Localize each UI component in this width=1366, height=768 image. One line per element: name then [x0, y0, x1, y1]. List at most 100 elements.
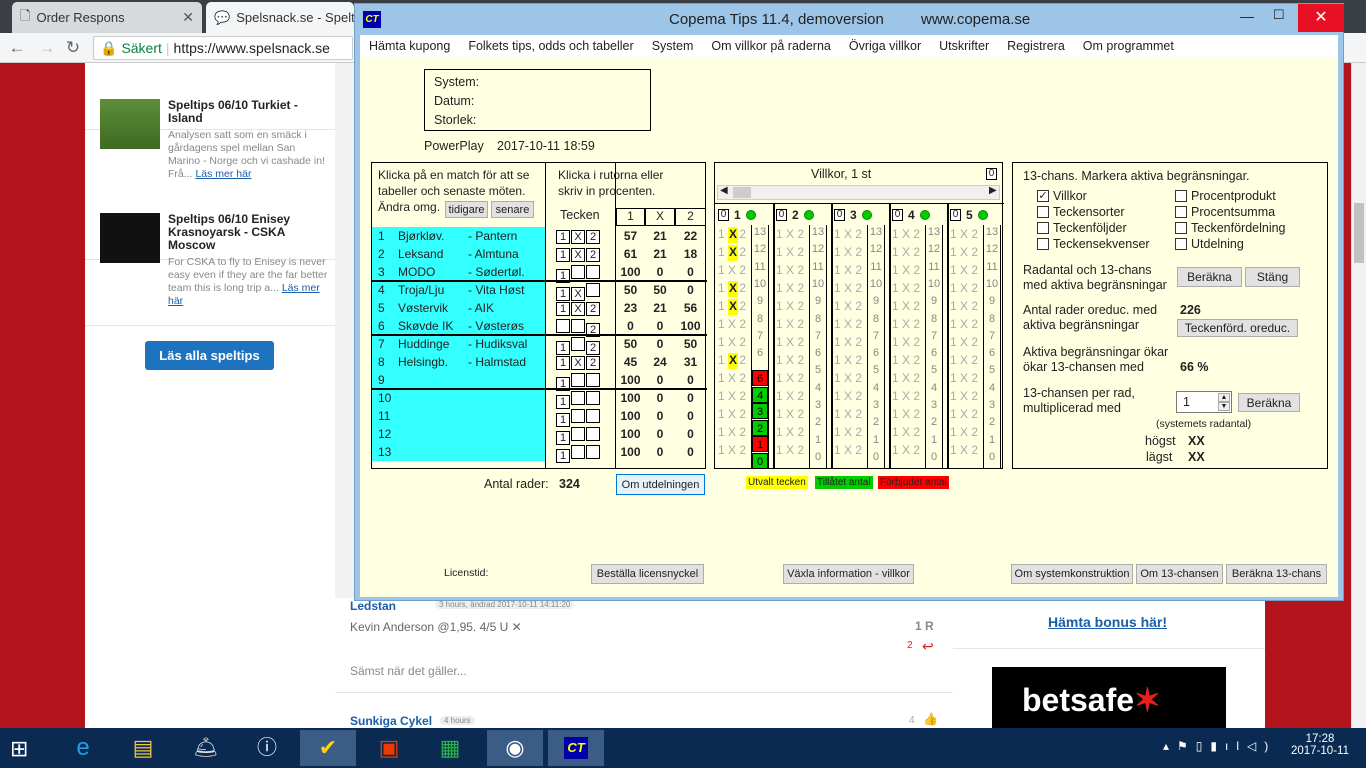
percent-input[interactable]: 23 [616, 301, 645, 315]
count-label[interactable]: 12 [752, 243, 768, 255]
percent-input[interactable]: 0 [675, 409, 706, 423]
sign-checkbox[interactable]: 1 [556, 449, 570, 463]
percent-input[interactable]: 50 [616, 337, 645, 351]
count-label[interactable]: 7 [926, 330, 942, 342]
scrollbar-thumb[interactable] [1354, 203, 1364, 263]
villkor-cell[interactable]: 1 X 2 [776, 317, 804, 331]
comment-input[interactable]: Sämst när det gäller... [350, 664, 467, 678]
villkor-group-box[interactable]: 0 [950, 209, 961, 221]
villkor-cell[interactable]: 1 X 2 [718, 317, 746, 331]
villkor-cell[interactable]: 1 X 2 [892, 443, 920, 457]
later-button[interactable]: senare [491, 201, 534, 218]
match-row[interactable]: 8 Helsingb. - Halmstad [372, 353, 545, 371]
sign-checkbox[interactable] [571, 265, 585, 279]
villkor-cell[interactable]: 1 X 2 [834, 425, 862, 439]
villkor-cell[interactable]: 1 X 2 [892, 353, 920, 367]
percent-input[interactable]: 50 [675, 337, 706, 351]
sign-checkbox[interactable] [586, 283, 600, 297]
villkor-cell[interactable]: 1 X 2 [718, 263, 746, 277]
close-icon[interactable]: ✕ [1298, 4, 1344, 32]
menu-item[interactable]: Övriga villkor [840, 39, 930, 53]
sign-checkbox[interactable] [586, 409, 600, 423]
om-utdelningen-button[interactable]: Om utdelningen [616, 474, 705, 495]
villkor-cell[interactable]: 1 X 2 [776, 335, 804, 349]
menu-item[interactable]: Utskrifter [930, 39, 998, 53]
scroll-right-icon[interactable]: ▶ [989, 185, 997, 196]
sign-checkbox[interactable] [571, 391, 585, 405]
away-team[interactable]: - Sødertøl. [468, 265, 525, 279]
sign-checkbox[interactable]: X [571, 356, 585, 370]
villkor-cell[interactable]: 1 X 2 [834, 389, 862, 403]
menu-item[interactable]: System [643, 39, 703, 53]
villkor-cell[interactable]: 1 X 2 [718, 389, 746, 403]
villkor-cell[interactable]: 1 X 2 [892, 371, 920, 385]
sign-checkbox[interactable]: X [571, 230, 585, 244]
om-13-chansen-button[interactable]: Om 13-chansen [1136, 564, 1223, 584]
restriction-option[interactable]: ✓ Villkor [1037, 189, 1087, 203]
checkbox[interactable] [1175, 238, 1187, 250]
count-label[interactable]: 11 [752, 261, 768, 273]
away-team[interactable]: - Pantern [468, 229, 517, 243]
percent-input[interactable]: 56 [675, 301, 706, 315]
percent-input[interactable]: 50 [616, 283, 645, 297]
home-team[interactable]: Leksand [398, 247, 443, 261]
villkor-cell[interactable]: 1 X 2 [950, 389, 978, 403]
away-team[interactable]: - Vøsterøs [468, 319, 524, 333]
percent-input[interactable]: 0 [675, 427, 706, 441]
villkor-cell[interactable]: 1 X 2 [892, 425, 920, 439]
percent-input[interactable]: 0 [645, 409, 675, 423]
percent-input[interactable]: 0 [675, 283, 706, 297]
villkor-cell[interactable]: 1 X 2 [834, 263, 862, 277]
match-row[interactable]: 7 Huddinge - Hudiksval [372, 335, 545, 353]
villkor-cell[interactable]: 1 X 2 [834, 299, 862, 313]
forbidden-count[interactable]: 6 [752, 370, 768, 386]
sign-checkbox[interactable]: 1 [556, 302, 570, 316]
office-icon[interactable]: ▣ [361, 730, 417, 766]
sign-checkbox[interactable] [571, 373, 585, 387]
sign-checkbox[interactable] [586, 427, 600, 441]
count-label[interactable]: 11 [926, 261, 942, 273]
restriction-option[interactable]: Teckensorter [1037, 205, 1125, 219]
comment-author[interactable]: Sunkiga Cykel [350, 714, 432, 728]
villkor-cell[interactable]: 1 X 2 [776, 425, 804, 439]
villkor-cell[interactable]: 1 X 2 [950, 227, 978, 241]
sign-checkbox[interactable]: 1 [556, 287, 570, 301]
count-label[interactable]: 0 [984, 451, 1000, 463]
villkor-cell[interactable]: 1 X 2 [892, 281, 920, 295]
betsafe-logo[interactable]: betsafe✶ [992, 667, 1226, 728]
page-scrollbar[interactable] [1351, 63, 1366, 728]
percent-input[interactable]: 100 [616, 373, 645, 387]
selected-sign[interactable]: X [728, 245, 738, 261]
count-label[interactable]: 10 [984, 278, 1000, 290]
villkor-cell[interactable]: 1 X 2 [718, 335, 746, 349]
count-label[interactable]: 12 [926, 243, 942, 255]
percent-input[interactable]: 100 [616, 409, 645, 423]
menu-item[interactable]: Hämta kupong [360, 39, 459, 53]
sign-checkbox[interactable]: 1 [556, 341, 570, 355]
om-systemkonstruktion-button[interactable]: Om systemkonstruktion [1011, 564, 1133, 584]
count-label[interactable]: 9 [810, 295, 826, 307]
ie-icon[interactable]: e [55, 730, 111, 766]
villkor-cell[interactable]: 1 X 2 [834, 371, 862, 385]
allowed-count[interactable]: 4 [752, 386, 768, 403]
percent-input[interactable]: 0 [675, 373, 706, 387]
sign-checkbox[interactable]: 1 [556, 395, 570, 409]
villkor-cell[interactable]: 1 X 2 [892, 389, 920, 403]
close-icon[interactable]: ✕ [512, 620, 522, 634]
count-label[interactable]: 9 [984, 295, 1000, 307]
news-title[interactable]: Speltips 06/10 Enisey Krasnoyarsk - CSKA… [168, 213, 328, 252]
percent-input[interactable]: 24 [645, 355, 675, 369]
restriction-option[interactable]: Procentprodukt [1175, 189, 1276, 203]
villkor-cell[interactable]: 1 X 2 [892, 317, 920, 331]
villkor-cell[interactable]: 1 X 2 [718, 371, 746, 385]
teckenford-oreduc-button[interactable]: Teckenförd. oreduc. [1177, 319, 1298, 337]
villkor-cell[interactable]: 1 X 2 [776, 281, 804, 295]
sign-checkbox[interactable]: 2 [586, 248, 600, 262]
away-team[interactable]: - Hudiksval [468, 337, 527, 351]
home-team[interactable]: Troja/Lju [398, 283, 444, 297]
bonus-link[interactable]: Hämta bonus här! [1048, 614, 1167, 630]
vaxla-information-button[interactable]: Växla information - villkor [783, 564, 914, 584]
berakna-13-chans-button[interactable]: Beräkna 13-chans [1226, 564, 1327, 584]
percent-input[interactable]: 0 [675, 445, 706, 459]
count-label[interactable]: 1 [926, 434, 942, 446]
